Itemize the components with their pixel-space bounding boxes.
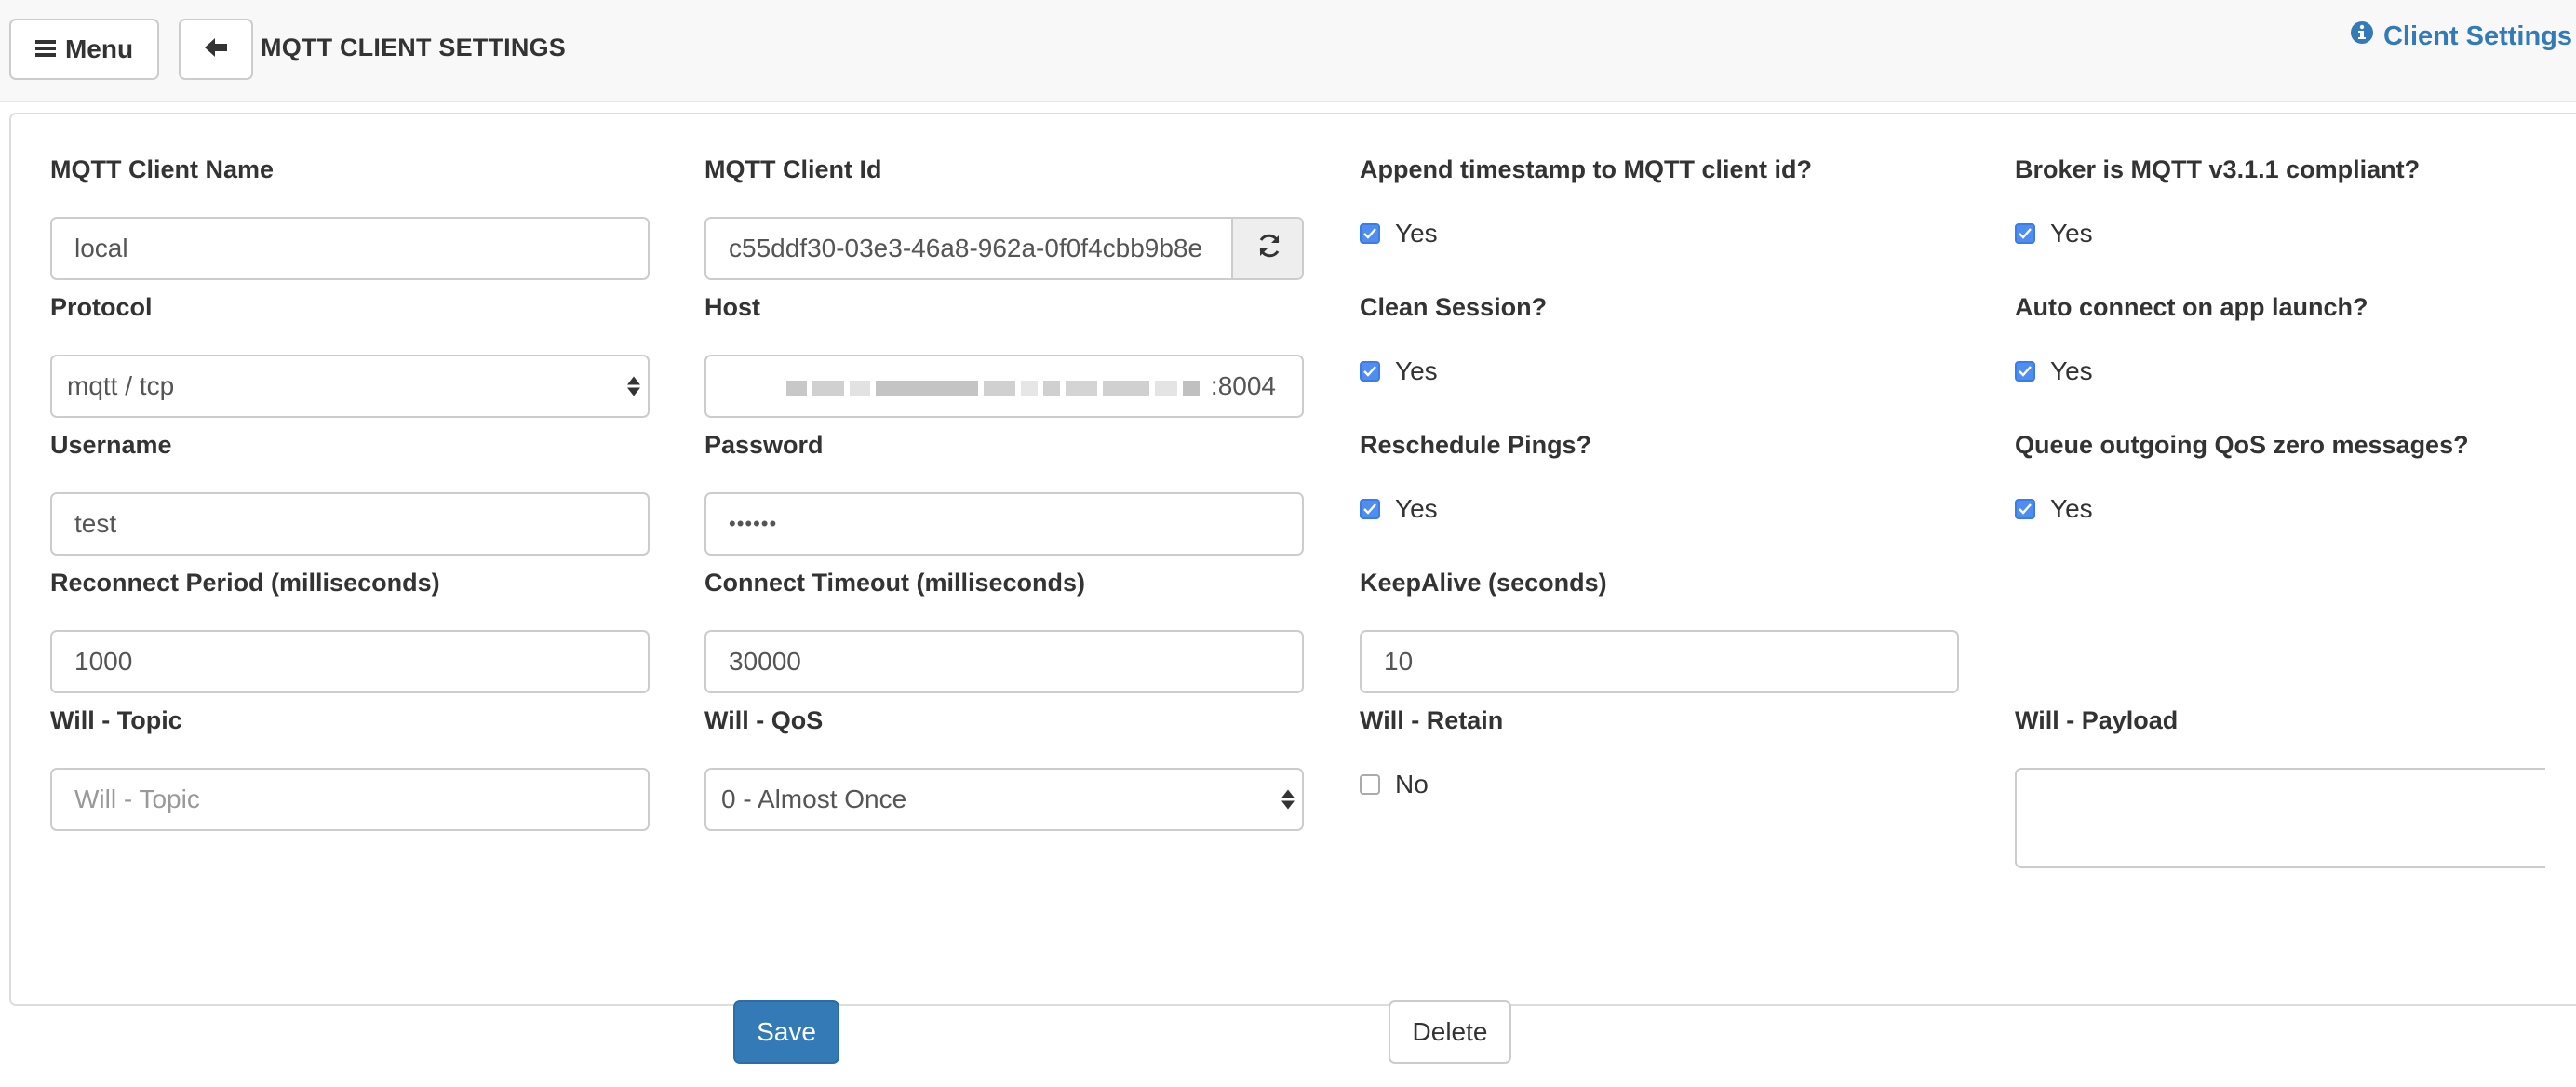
host-redacted: [785, 371, 1205, 401]
will-qos-select[interactable]: 0 - Almost Once: [704, 768, 1304, 831]
client-name-label: MQTT Client Name: [50, 155, 275, 183]
hamburger-icon: [34, 34, 56, 64]
connect-timeout-label: Connect Timeout (milliseconds): [704, 569, 1086, 597]
checkmark-icon: [1360, 499, 1380, 519]
will-payload-label: Will - Payload: [2015, 706, 2179, 734]
top-navbar: Menu MQTT CLIENT SETTINGS Client Setting…: [0, 0, 2576, 102]
append-timestamp-group: Append timestamp to MQTT client id? Yes: [1360, 155, 1812, 248]
host-port: :8004: [1210, 371, 1276, 400]
help-link-label: Client Settings: [2382, 20, 2572, 51]
clean-session-label: Clean Session?: [1360, 293, 1548, 321]
broker-compliant-option: Yes: [2050, 219, 2093, 248]
host-label: Host: [704, 293, 760, 321]
client-id-label: MQTT Client Id: [704, 155, 882, 183]
menu-button[interactable]: Menu: [9, 19, 159, 80]
protocol-label: Protocol: [50, 293, 153, 321]
queue-qos-zero-option: Yes: [2050, 494, 2093, 523]
will-topic-group: Will - Topic Will - Topic: [50, 706, 650, 831]
clean-session-group: Clean Session? Yes: [1360, 293, 1548, 385]
reschedule-pings-option: Yes: [1395, 494, 1438, 523]
queue-qos-zero-group: Queue outgoing QoS zero messages? Yes: [2015, 431, 2469, 523]
broker-compliant-checkbox[interactable]: Yes: [2015, 219, 2093, 248]
password-group: Password ••••••: [704, 431, 1304, 556]
will-payload-group: Will - Payload: [2015, 706, 2545, 868]
client-name-input[interactable]: local: [50, 217, 650, 280]
will-qos-label: Will - QoS: [704, 706, 824, 734]
reconnect-period-input[interactable]: 1000: [50, 630, 650, 693]
auto-connect-label: Auto connect on app launch?: [2015, 293, 2368, 321]
broker-compliant-group: Broker is MQTT v3.1.1 compliant? Yes: [2015, 155, 2421, 248]
username-label: Username: [50, 431, 172, 459]
queue-qos-zero-checkbox[interactable]: Yes: [2015, 494, 2093, 524]
auto-connect-checkbox[interactable]: Yes: [2015, 356, 2093, 386]
auto-connect-group: Auto connect on app launch? Yes: [2015, 293, 2368, 385]
auto-connect-option: Yes: [2050, 356, 2093, 385]
protocol-select[interactable]: mqtt / tcp: [50, 355, 650, 418]
append-timestamp-label: Append timestamp to MQTT client id?: [1360, 155, 1812, 183]
host-input[interactable]: :8004: [704, 355, 1304, 418]
settings-panel: MQTT Client Name local MQTT Client Id c5…: [9, 113, 2576, 1064]
connect-timeout-group: Connect Timeout (milliseconds) 30000: [704, 569, 1304, 693]
will-qos-value: 0 - Almost Once: [721, 785, 907, 813]
client-name-group: MQTT Client Name local: [50, 155, 650, 280]
reschedule-pings-checkbox[interactable]: Yes: [1360, 494, 1438, 524]
checkmark-icon: [2015, 223, 2035, 244]
reschedule-pings-group: Reschedule Pings? Yes: [1360, 431, 1592, 523]
client-settings-help-link[interactable]: Client Settings: [2350, 20, 2572, 52]
will-retain-checkbox[interactable]: No: [1360, 770, 1429, 799]
page-title: MQTT CLIENT SETTINGS: [261, 34, 566, 61]
will-retain-option: No: [1395, 770, 1429, 798]
queue-qos-zero-label: Queue outgoing QoS zero messages?: [2015, 431, 2469, 459]
append-timestamp-checkbox[interactable]: Yes: [1360, 219, 1438, 248]
will-topic-label: Will - Topic: [50, 706, 182, 734]
checkmark-icon: [1360, 361, 1380, 382]
select-arrows-icon: [1281, 789, 1295, 810]
delete-button[interactable]: Delete: [1389, 1000, 1511, 1064]
protocol-value: mqtt / tcp: [67, 371, 175, 400]
protocol-group: Protocol mqtt / tcp: [50, 293, 650, 418]
will-payload-textarea[interactable]: [2015, 768, 2545, 868]
password-input[interactable]: ••••••: [704, 492, 1304, 556]
regenerate-id-button[interactable]: [1231, 219, 1302, 278]
client-id-input[interactable]: c55ddf30-03e3-46a8-962a-0f0f4cbb9b8e: [704, 217, 1304, 280]
will-topic-input[interactable]: Will - Topic: [50, 768, 650, 831]
clean-session-checkbox[interactable]: Yes: [1360, 356, 1438, 386]
back-button[interactable]: [179, 19, 253, 80]
select-arrows-icon: [627, 376, 640, 396]
info-circle-icon: [2350, 20, 2374, 52]
password-label: Password: [704, 431, 824, 459]
reconnect-period-group: Reconnect Period (milliseconds) 1000: [50, 569, 650, 693]
checkmark-icon: [2015, 499, 2035, 519]
clean-session-option: Yes: [1395, 356, 1438, 385]
refresh-icon: [1255, 232, 1283, 266]
client-id-value: c55ddf30-03e3-46a8-962a-0f0f4cbb9b8e: [729, 234, 1203, 262]
keepalive-label: KeepAlive (seconds): [1360, 569, 1607, 597]
arrow-left-icon: [203, 36, 229, 63]
keepalive-input[interactable]: 10: [1360, 630, 1959, 693]
empty-checkbox-icon: [1360, 774, 1380, 795]
reschedule-pings-label: Reschedule Pings?: [1360, 431, 1592, 459]
checkmark-icon: [1360, 223, 1380, 244]
checkmark-icon: [2015, 361, 2035, 382]
username-group: Username test: [50, 431, 650, 556]
reconnect-period-label: Reconnect Period (milliseconds): [50, 569, 440, 597]
keepalive-group: KeepAlive (seconds) 10: [1360, 569, 1959, 693]
broker-compliant-label: Broker is MQTT v3.1.1 compliant?: [2015, 155, 2421, 183]
username-input[interactable]: test: [50, 492, 650, 556]
menu-button-label: Menu: [64, 34, 134, 63]
will-qos-group: Will - QoS 0 - Almost Once: [704, 706, 1304, 831]
host-group: Host :8004: [704, 293, 1304, 418]
save-button[interactable]: Save: [733, 1000, 839, 1064]
will-retain-group: Will - Retain No: [1360, 706, 1504, 798]
append-timestamp-option: Yes: [1395, 219, 1438, 248]
connect-timeout-input[interactable]: 30000: [704, 630, 1304, 693]
will-retain-label: Will - Retain: [1360, 706, 1504, 734]
client-id-group: MQTT Client Id c55ddf30-03e3-46a8-962a-0…: [704, 155, 1304, 280]
